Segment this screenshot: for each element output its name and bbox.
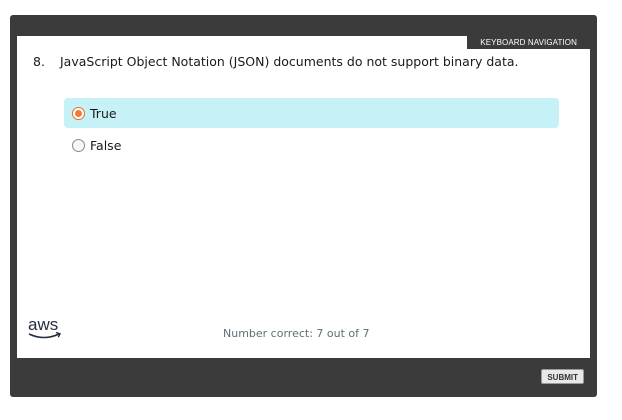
question: 8. JavaScript Object Notation (JSON) docu… (33, 54, 518, 69)
quiz-player: KEYBOARD NAVIGATION 8. JavaScript Object … (10, 15, 597, 397)
score-status: Number correct: 7 out of 7 (223, 327, 370, 340)
radio-checked-icon[interactable] (72, 106, 85, 120)
option-label: True (90, 105, 117, 121)
option-label: False (90, 137, 122, 153)
option-false[interactable]: False (64, 130, 559, 160)
radio-unchecked-icon[interactable] (72, 138, 85, 152)
aws-smile-icon (28, 333, 60, 339)
keyboard-navigation-button[interactable]: KEYBOARD NAVIGATION (467, 36, 590, 49)
question-text: JavaScript Object Notation (JSON) docume… (60, 54, 519, 69)
answer-options: True False (64, 98, 559, 162)
question-number: 8. (33, 54, 45, 69)
submit-button[interactable]: SUBMIT (541, 369, 584, 384)
quiz-slide: KEYBOARD NAVIGATION 8. JavaScript Object … (17, 36, 590, 358)
aws-logo-text: aws (28, 315, 58, 334)
option-true[interactable]: True (64, 98, 559, 128)
aws-logo: aws (28, 315, 61, 339)
